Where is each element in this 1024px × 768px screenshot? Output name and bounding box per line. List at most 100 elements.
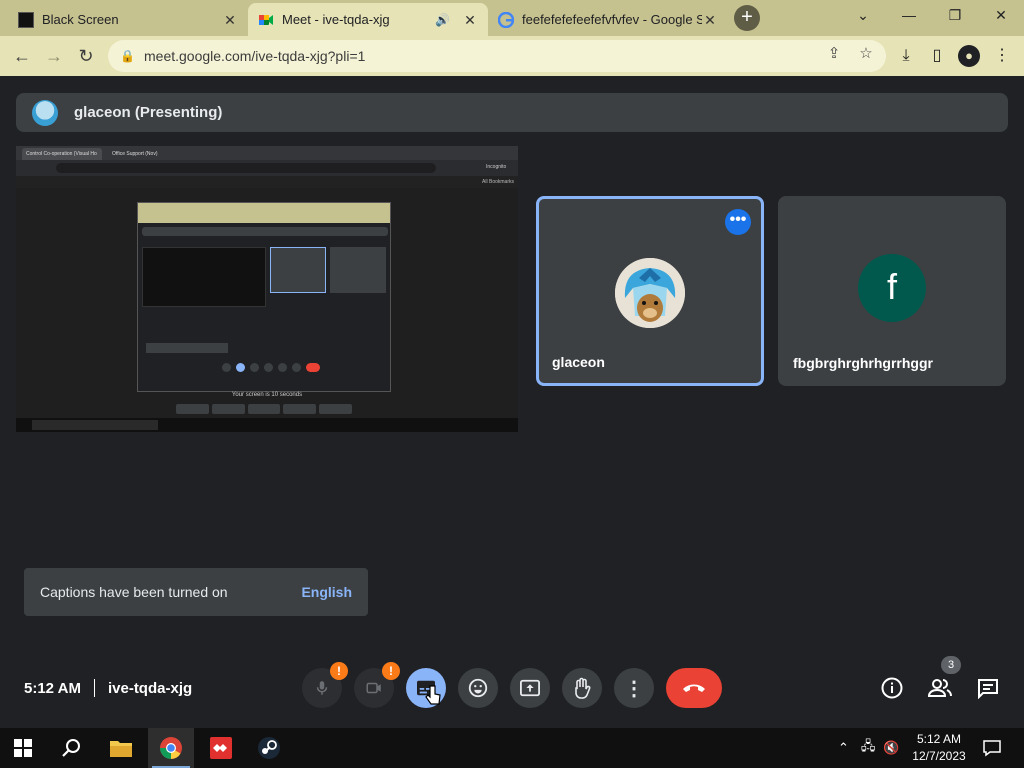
shared-buttons [176, 404, 352, 414]
raise-hand-button[interactable] [562, 668, 602, 708]
google-meet-icon [259, 14, 273, 25]
windows-logo-icon [14, 739, 32, 757]
camera-button[interactable]: ! [354, 662, 400, 708]
side-panel-icon[interactable]: ▯ [926, 45, 948, 67]
network-icon[interactable]: 🖧 [861, 737, 876, 759]
microphone-button[interactable]: ! [302, 662, 348, 708]
chrome-taskbar-button[interactable] [148, 728, 194, 768]
chrome-icon [160, 737, 182, 759]
forward-icon[interactable]: → [40, 42, 68, 70]
anydesk-icon [210, 737, 232, 759]
hang-up-icon [683, 684, 705, 692]
restore-icon[interactable]: ❐ [932, 0, 978, 30]
participant-name: glaceon [552, 354, 605, 370]
google-icon [498, 11, 514, 28]
leave-call-button[interactable] [666, 668, 722, 708]
shared-profile: Incognito [486, 164, 507, 170]
camera-off-icon [366, 682, 381, 694]
glaceon-avatar [615, 258, 685, 328]
tab-title: Meet - ive-tqda-xjg [282, 12, 390, 27]
more-options-button[interactable]: ⋮ [614, 668, 654, 708]
address-bar[interactable]: 🔒 meet.google.com/ive-tqda-xjg?pli=1 [108, 40, 886, 72]
nested-controls [138, 363, 390, 385]
volume-muted-icon[interactable]: 🔇 [883, 740, 899, 756]
steam-button[interactable] [246, 728, 292, 768]
share-icon[interactable]: ⇪ [822, 42, 846, 66]
people-button[interactable] [927, 675, 953, 701]
participant-count-badge: 3 [941, 656, 961, 674]
microphone-off-icon [316, 681, 328, 695]
black-square-icon [18, 11, 34, 28]
reload-icon[interactable]: ↻ [72, 42, 100, 70]
present-screen-button[interactable] [510, 668, 550, 708]
taskbar-clock[interactable]: 5:12 AM 12/7/2023 [906, 731, 972, 765]
close-window-icon[interactable]: ✕ [978, 0, 1024, 30]
taskbar-time: 5:12 AM [916, 732, 962, 746]
shared-screen[interactable]: Control Co-operation (Visual Ho Office S… [16, 146, 518, 432]
tab-title: feefefefefeefefvfvfev - Google Se [522, 12, 702, 27]
nested-presenter-bar [142, 227, 388, 236]
bookmark-star-icon[interactable]: ☆ [854, 42, 878, 66]
speaker-icon[interactable]: 🔊 [435, 13, 450, 27]
captions-toast: Captions have been turned on English [24, 568, 368, 616]
participant-tile-fbgbrghrghrhgrrhggr[interactable]: f fbgbrghrghrhgrrhggr [778, 196, 1006, 386]
profile-icon[interactable]: ● [958, 45, 980, 67]
lock-icon[interactable]: 🔒 [120, 49, 135, 63]
participant-tile-glaceon[interactable]: ••• glaceon [536, 196, 764, 386]
presenter-avatar [32, 99, 58, 126]
tab-title: Black Screen [42, 12, 119, 27]
shared-tab: Control Co-operation (Visual Ho [22, 148, 102, 160]
tab-black-screen[interactable]: Black Screen ✕ [8, 3, 248, 36]
nested-caption-toast [146, 343, 228, 353]
hand-icon [575, 677, 591, 699]
more-options-icon[interactable]: ••• [725, 209, 751, 235]
file-explorer-button[interactable] [98, 728, 144, 768]
tab-strip: Black Screen ✕ Meet - ive-tqda-xjg 🔊 ✕ f… [0, 0, 1024, 36]
minimize-icon[interactable]: — [886, 0, 932, 30]
captions-language-button[interactable]: English [301, 584, 352, 600]
presenter-name: glaceon (Presenting) [74, 104, 223, 121]
camera-warning-badge: ! [382, 662, 400, 680]
nested-meet-window [137, 202, 391, 392]
meeting-details-button[interactable] [879, 675, 905, 701]
start-button[interactable] [0, 728, 46, 768]
steam-icon [258, 737, 280, 759]
tab-search-icon[interactable]: ⌄ [840, 0, 886, 30]
nested-chrome [138, 203, 390, 223]
meeting-info: 5:12 AM ive-tqda-xjg [24, 677, 192, 699]
people-icon [927, 679, 952, 697]
download-icon[interactable]: ⤓ [895, 45, 917, 67]
tab-meet[interactable]: Meet - ive-tqda-xjg 🔊 ✕ [248, 3, 488, 36]
captions-button[interactable] [406, 668, 446, 708]
shared-tabbar: Control Co-operation (Visual Ho Office S… [16, 146, 518, 160]
taskbar-date: 12/7/2023 [912, 749, 966, 763]
anydesk-button[interactable] [198, 728, 244, 768]
close-tab-icon[interactable]: ✕ [702, 12, 718, 28]
menu-icon[interactable]: ⋮ [991, 45, 1013, 67]
system-tray: ⌃ 🖧 🔇 [838, 728, 900, 768]
close-tab-icon[interactable]: ✕ [462, 12, 478, 28]
url-text: meet.google.com/ive-tqda-xjg?pli=1 [144, 48, 366, 64]
shared-urlbar: Incognito [16, 160, 518, 176]
notifications-button[interactable] [982, 728, 1002, 768]
mic-warning-badge: ! [330, 662, 348, 680]
tab-google-search[interactable]: feefefefefeefefvfvfev - Google Se ✕ [488, 3, 728, 36]
shared-bookmarks: All Bookmarks [16, 176, 518, 188]
participant-avatar: f [858, 254, 926, 322]
back-icon[interactable]: ← [8, 42, 36, 70]
chevron-up-icon[interactable]: ⌃ [838, 740, 849, 756]
cursor-hand-icon [425, 685, 441, 705]
shared-taskbar [16, 418, 518, 432]
nested-tile [270, 247, 326, 293]
close-tab-icon[interactable]: ✕ [222, 12, 238, 28]
new-tab-button[interactable]: + [734, 5, 760, 31]
folder-icon [110, 741, 132, 757]
emoji-reactions-button[interactable] [458, 668, 498, 708]
chat-button[interactable] [975, 675, 1001, 701]
shared-omnibox [56, 163, 436, 173]
divider [93, 679, 95, 697]
shared-search-box [32, 420, 158, 430]
presenter-bar: glaceon (Presenting) [16, 93, 1008, 132]
shared-tab: Office Support (Nov) [108, 148, 188, 160]
search-button[interactable] [48, 728, 94, 768]
